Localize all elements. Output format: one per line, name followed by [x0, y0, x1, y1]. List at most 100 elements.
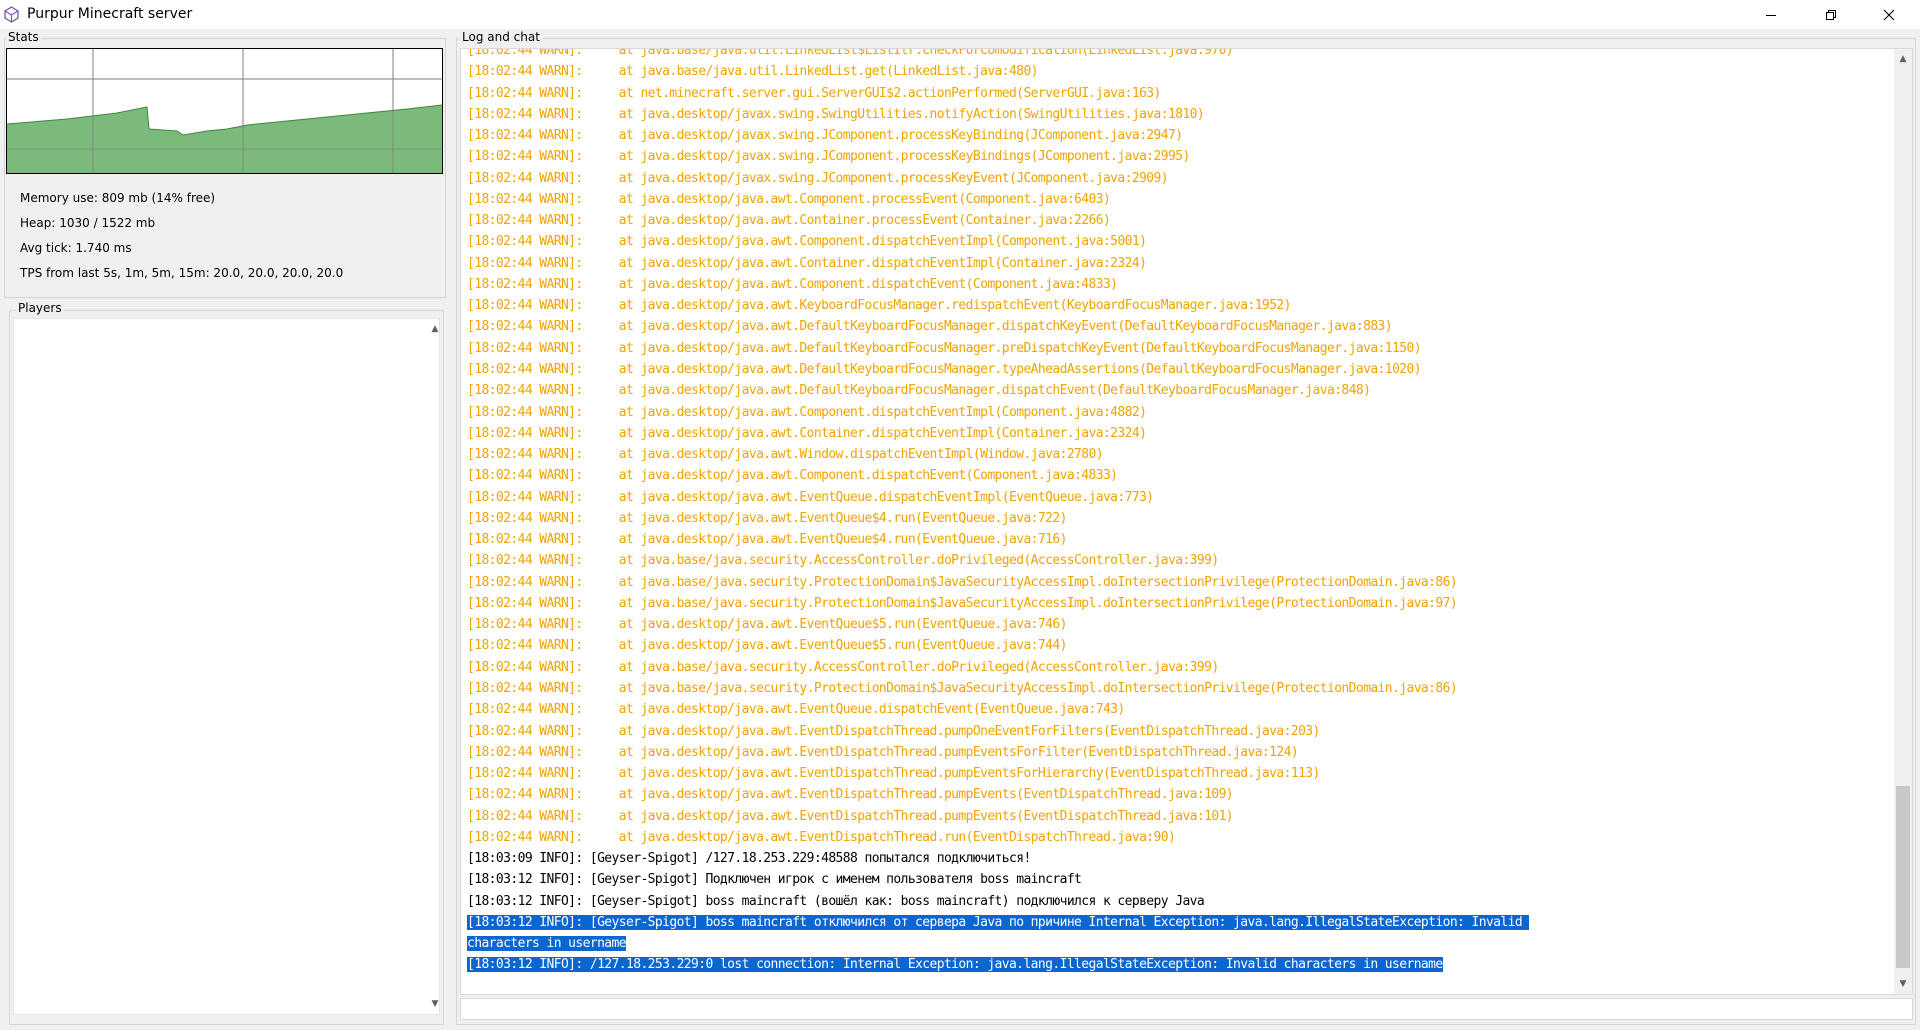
log-line: [18:02:44 WARN]: at java.desktop/java.aw… — [467, 742, 1529, 763]
log-line-text: [18:02:44 WARN]: at java.desktop/java.aw… — [467, 361, 1422, 377]
log-line: [18:02:44 WARN]: at java.base/java.util.… — [467, 48, 1529, 61]
log-line-text: [18:02:44 WARN]: at java.desktop/java.aw… — [467, 276, 1118, 292]
log-line: [18:02:44 WARN]: at java.desktop/java.aw… — [467, 359, 1529, 380]
log-line-text: [18:02:44 WARN]: at java.base/java.util.… — [467, 48, 1234, 58]
log-line: [18:02:44 WARN]: at java.desktop/java.aw… — [467, 635, 1529, 656]
log-line: [18:02:44 WARN]: at java.desktop/java.aw… — [467, 444, 1529, 465]
log-line: [18:02:44 WARN]: at java.desktop/java.aw… — [467, 402, 1529, 423]
log-line-text: [18:02:44 WARN]: at java.desktop/java.aw… — [467, 510, 1067, 526]
log-line-text: [18:03:12 INFO]: /127.18.253.229:0 lost … — [467, 957, 1443, 973]
log-line-text: [18:02:44 WARN]: at java.desktop/java.aw… — [467, 638, 1067, 654]
log-line-text: [18:02:44 WARN]: at java.desktop/java.aw… — [467, 319, 1393, 335]
log-line: [18:02:44 WARN]: at java.desktop/java.aw… — [467, 210, 1529, 231]
log-line-text: [18:02:44 WARN]: at java.desktop/java.aw… — [467, 489, 1154, 505]
log-line-text: [18:02:44 WARN]: at java.desktop/javax.s… — [467, 106, 1205, 122]
log-line: [18:02:44 WARN]: at java.base/java.secur… — [467, 593, 1529, 614]
log-line-text: [18:02:44 WARN]: at java.desktop/java.aw… — [467, 255, 1147, 271]
players-list[interactable]: ▲ ▼ — [13, 318, 440, 1015]
log-line: [18:02:44 WARN]: at java.desktop/java.aw… — [467, 189, 1529, 210]
title-bar: Purpur Minecraft server — [0, 0, 1920, 29]
players-label: Players — [16, 301, 64, 315]
log-line-text: [18:02:44 WARN]: at java.desktop/java.aw… — [467, 404, 1147, 420]
log-line: [18:02:44 WARN]: at java.base/java.secur… — [467, 657, 1529, 678]
close-icon — [1883, 9, 1895, 20]
log-line-text: [18:02:44 WARN]: at java.desktop/java.aw… — [467, 340, 1422, 356]
heap-text: Heap: 1030 / 1522 mb — [20, 216, 156, 230]
log-line: [18:02:44 WARN]: at java.base/java.secur… — [467, 678, 1529, 699]
log-line-text: [18:03:12 INFO]: [Geyser-Spigot] boss ma… — [467, 893, 1205, 909]
log-line-text: [18:02:44 WARN]: at java.base/java.secur… — [467, 659, 1219, 675]
log-line-text: [18:03:09 INFO]: [Geyser-Spigot] /127.18… — [467, 851, 1031, 867]
log-line: [18:03:09 INFO]: [Geyser-Spigot] /127.18… — [467, 848, 1529, 869]
log-line: [18:02:44 WARN]: at java.desktop/java.aw… — [467, 699, 1529, 720]
log-line: [18:02:44 WARN]: at java.desktop/java.aw… — [467, 423, 1529, 444]
log-text-area[interactable]: [18:02:44 WARN]: at java.base/java.util.… — [460, 48, 1913, 995]
log-line: [18:02:44 WARN]: at java.desktop/javax.s… — [467, 104, 1529, 125]
log-line: [18:02:44 WARN]: at java.desktop/java.aw… — [467, 253, 1529, 274]
log-line-text: characters in username — [467, 936, 627, 952]
restore-icon — [1826, 9, 1836, 20]
log-line-text: [18:03:12 INFO]: [Geyser-Spigot] boss ma… — [467, 914, 1530, 930]
log-line: [18:02:44 WARN]: at java.desktop/java.aw… — [467, 614, 1529, 635]
log-line: [18:02:44 WARN]: at java.base/java.secur… — [467, 550, 1529, 571]
log-line: [18:02:44 WARN]: at java.desktop/javax.s… — [467, 146, 1529, 167]
log-line-text: [18:02:44 WARN]: at java.base/java.secur… — [467, 553, 1219, 569]
log-line: [18:02:44 WARN]: at net.minecraft.server… — [467, 83, 1529, 104]
log-line-text: [18:02:44 WARN]: at java.desktop/java.aw… — [467, 617, 1067, 633]
log-line-text: [18:02:44 WARN]: at java.base/java.secur… — [467, 680, 1458, 696]
log-line-text: [18:02:44 WARN]: at java.desktop/java.aw… — [467, 298, 1291, 314]
chevron-down-icon[interactable]: ▼ — [1897, 978, 1909, 990]
log-line-text: [18:02:44 WARN]: at java.desktop/java.aw… — [467, 213, 1111, 229]
log-line-text: [18:02:44 WARN]: at java.base/java.secur… — [467, 595, 1458, 611]
memory-graph — [6, 48, 443, 174]
log-line-text: [18:02:44 WARN]: at java.desktop/java.aw… — [467, 425, 1147, 441]
log-line-text: [18:03:12 INFO]: [Geyser-Spigot] Подключ… — [467, 872, 1082, 888]
log-line-text: [18:02:44 WARN]: at java.desktop/java.aw… — [467, 191, 1111, 207]
command-input[interactable] — [460, 998, 1913, 1020]
players-scrollbar[interactable]: ▲ ▼ — [429, 319, 441, 1014]
log-line: [18:02:44 WARN]: at java.desktop/java.aw… — [467, 529, 1529, 550]
log-line-text: [18:02:44 WARN]: at java.base/java.util.… — [467, 64, 1039, 80]
log-line: [18:02:44 WARN]: at java.desktop/java.aw… — [467, 274, 1529, 295]
tps-text: TPS from last 5s, 1m, 5m, 15m: 20.0, 20.… — [20, 266, 344, 280]
log-line-text: [18:02:44 WARN]: at java.desktop/javax.s… — [467, 149, 1190, 165]
log-line: [18:02:44 WARN]: at java.desktop/java.aw… — [467, 465, 1529, 486]
log-line: [18:02:44 WARN]: at java.desktop/java.aw… — [467, 295, 1529, 316]
memory-usage-area — [7, 105, 442, 173]
log-scrollbar[interactable]: ▲ ▼ — [1894, 49, 1912, 994]
log-line: [18:02:44 WARN]: at java.desktop/java.aw… — [467, 338, 1529, 359]
log-line: [18:02:44 WARN]: at java.desktop/java.aw… — [467, 721, 1529, 742]
log-line-text: [18:02:44 WARN]: at java.desktop/java.aw… — [467, 702, 1125, 718]
restore-button[interactable] — [1808, 0, 1854, 29]
log-line: [18:02:44 WARN]: at java.desktop/java.aw… — [467, 316, 1529, 337]
log-line-text: [18:02:44 WARN]: at java.base/java.secur… — [467, 574, 1458, 590]
minimize-icon — [1766, 14, 1776, 16]
log-scroll-thumb[interactable] — [1896, 786, 1910, 968]
log-line: [18:02:44 WARN]: at java.desktop/java.aw… — [467, 763, 1529, 784]
log-line-text: [18:02:44 WARN]: at net.minecraft.server… — [467, 85, 1161, 101]
log-line-text: [18:02:44 WARN]: at java.desktop/java.aw… — [467, 468, 1118, 484]
chevron-down-icon[interactable]: ▼ — [429, 998, 441, 1010]
log-line-text: [18:02:44 WARN]: at java.desktop/java.aw… — [467, 766, 1320, 782]
minimize-button[interactable] — [1748, 0, 1794, 29]
log-line-text: [18:02:44 WARN]: at java.desktop/java.aw… — [467, 787, 1234, 803]
log-line-text: [18:02:44 WARN]: at java.desktop/java.aw… — [467, 234, 1147, 250]
log-line-text: [18:02:44 WARN]: at java.desktop/java.aw… — [467, 808, 1234, 824]
log-line-text: [18:02:44 WARN]: at java.desktop/java.aw… — [467, 723, 1320, 739]
log-line-text: [18:02:44 WARN]: at java.desktop/java.aw… — [467, 829, 1176, 845]
log-line: [18:02:44 WARN]: at java.desktop/java.aw… — [467, 806, 1529, 827]
log-line-text: [18:02:44 WARN]: at java.desktop/java.aw… — [467, 447, 1104, 463]
chevron-up-icon[interactable]: ▲ — [429, 323, 441, 335]
log-line: [18:02:44 WARN]: at java.base/java.secur… — [467, 572, 1529, 593]
log-lines: [18:02:44 WARN]: at java.base/java.util.… — [467, 48, 1530, 976]
chevron-up-icon[interactable]: ▲ — [1897, 53, 1909, 65]
close-button[interactable] — [1866, 0, 1912, 29]
log-line-text: [18:02:44 WARN]: at java.desktop/java.aw… — [467, 744, 1299, 760]
app-icon — [4, 6, 19, 23]
log-line-text: [18:02:44 WARN]: at java.desktop/javax.s… — [467, 170, 1169, 186]
avg-tick-text: Avg tick: 1.740 ms — [20, 241, 132, 255]
log-line-text: [18:02:44 WARN]: at java.desktop/java.aw… — [467, 383, 1371, 399]
log-line: [18:02:44 WARN]: at java.base/java.util.… — [467, 61, 1529, 82]
log-line: [18:02:44 WARN]: at java.desktop/javax.s… — [467, 125, 1529, 146]
log-line: [18:02:44 WARN]: at java.desktop/java.aw… — [467, 827, 1529, 848]
